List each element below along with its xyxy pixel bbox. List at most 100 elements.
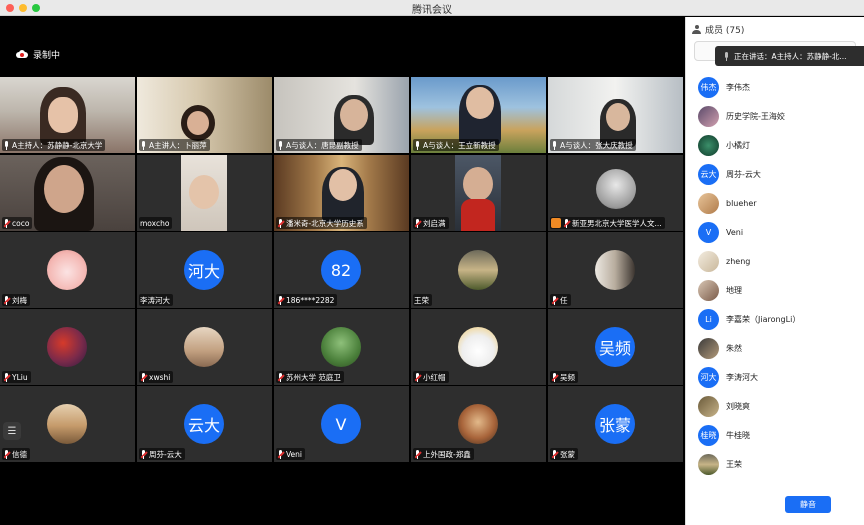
tile-name-tag: 李涛河大: [139, 294, 173, 306]
tile-name-tag: Veni: [276, 448, 305, 460]
list-item[interactable]: 伟杰 李伟杰: [698, 75, 750, 99]
list-item[interactable]: 河大 李涛河大: [698, 365, 758, 389]
tile-name-tag: A主持人：苏静静-北京大学: [2, 139, 106, 151]
mic-muted-icon: [551, 449, 559, 459]
mic-muted-icon: [563, 218, 571, 228]
active-speaker-banner: 正在讲话：A主持人：苏静静-北...: [715, 46, 864, 66]
tile-name-tag: 上外国政-郑鑫: [413, 448, 474, 460]
members-panel: 成员 (75) 伟杰 李伟杰 历史学院-王海姣 小橘灯 云大 周芬-云大 blueh…: [685, 17, 864, 525]
tile-name-tag: 小红帽: [413, 371, 449, 383]
list-item[interactable]: zheng: [698, 249, 750, 273]
mic-icon: [3, 140, 10, 150]
video-tile[interactable]: 张蒙 张蒙: [548, 386, 683, 462]
video-tile[interactable]: xwshi: [137, 309, 272, 385]
avatar: [698, 192, 719, 214]
title-bar: 腾讯会议: [0, 0, 864, 16]
avatar: 吴频: [595, 327, 635, 367]
recording-label: 录制中: [33, 50, 61, 61]
video-tile[interactable]: 苏州大学 范庭卫: [274, 309, 409, 385]
video-grid: A主持人：苏静静-北京大学 A主讲人：卜丽萍 A与谈人：唐昆副教授 A与谈人：王…: [0, 77, 685, 464]
video-tile[interactable]: 王荣: [411, 232, 546, 308]
video-tile[interactable]: YLiu: [0, 309, 135, 385]
video-tile[interactable]: 潘米奇-北京大学历史系: [274, 155, 409, 231]
video-tile[interactable]: A主讲人：卜丽萍: [137, 77, 272, 153]
avatar: 伟杰: [698, 76, 719, 98]
avatar: [698, 395, 719, 417]
mic-muted-icon: [277, 295, 285, 305]
video-tile[interactable]: 吴频 吴频: [548, 309, 683, 385]
list-item[interactable]: V Veni: [698, 220, 743, 244]
tile-name-tag: YLiu: [2, 371, 31, 383]
avatar: 云大: [698, 163, 719, 185]
list-item[interactable]: 刘晓爽: [698, 394, 750, 418]
tile-name-tag: 任: [550, 294, 571, 306]
video-tile[interactable]: moxcho: [137, 155, 272, 231]
video-tile[interactable]: 河大 李涛河大: [137, 232, 272, 308]
avatar: 张蒙: [595, 404, 635, 444]
list-item[interactable]: 历史学院-王海姣: [698, 104, 785, 128]
tile-name-tag: 刘梅: [2, 294, 30, 306]
mic-muted-icon: [3, 295, 11, 305]
avatar: [698, 105, 719, 127]
members-header: 成员 (75): [692, 22, 744, 36]
user-icon: [551, 218, 561, 228]
video-tile[interactable]: A与谈人：唐昆副教授: [274, 77, 409, 153]
video-tile[interactable]: A主持人：苏静静-北京大学: [0, 77, 135, 153]
video-tile[interactable]: A与谈人：张大庆教授: [548, 77, 683, 153]
tile-name-tag: coco: [2, 217, 33, 229]
video-tile[interactable]: V Veni: [274, 386, 409, 462]
person-icon: [692, 24, 701, 34]
mic-muted-icon: [3, 218, 11, 228]
tile-name-tag: A与谈人：王立新教授: [413, 139, 499, 151]
video-tile[interactable]: 新亚男北京大学医学人文...: [548, 155, 683, 231]
list-item[interactable]: 小橘灯: [698, 133, 750, 157]
list-item[interactable]: 桂晓 牛桂晓: [698, 423, 750, 447]
list-item[interactable]: blueher: [698, 191, 757, 215]
avatar: 82: [321, 250, 361, 290]
video-tile[interactable]: 小红帽: [411, 309, 546, 385]
video-tile[interactable]: 82 186****2282: [274, 232, 409, 308]
video-tile[interactable]: 云大 周芬-云大: [137, 386, 272, 462]
mute-all-button[interactable]: 静音: [785, 496, 831, 513]
mic-icon: [140, 140, 147, 150]
tile-name-tag: A与谈人：唐昆副教授: [276, 139, 362, 151]
avatar: [698, 337, 719, 359]
tile-name-tag: 信德: [2, 448, 30, 460]
list-item[interactable]: Li 李嘉荣（JiarongLi）: [698, 307, 800, 331]
list-item[interactable]: 朱然: [698, 336, 742, 360]
mic-muted-icon: [414, 449, 422, 459]
avatar: [698, 453, 719, 475]
video-tile[interactable]: coco: [0, 155, 135, 231]
tile-name-tag: 刘启满: [413, 217, 449, 229]
mic-muted-icon: [140, 449, 148, 459]
recording-indicator[interactable]: 录制中: [16, 47, 60, 61]
list-item[interactable]: 王荣: [698, 452, 742, 476]
video-tile[interactable]: 刘梅: [0, 232, 135, 308]
mic-muted-icon: [3, 449, 11, 459]
tile-name-tag: 新亚男北京大学医学人文...: [550, 217, 665, 229]
avatar: [698, 279, 719, 301]
members-count: 成员 (75): [705, 25, 745, 36]
mic-muted-icon: [277, 449, 285, 459]
list-item[interactable]: 云大 周芬-云大: [698, 162, 761, 186]
mic-icon: [277, 140, 284, 150]
participant-list-toggle-button[interactable]: ☰: [3, 422, 21, 440]
cloud-record-icon: [16, 50, 28, 58]
mic-icon: [414, 140, 421, 150]
list-item[interactable]: 地理: [698, 278, 742, 302]
tile-name-tag: 张蒙: [550, 448, 578, 460]
mic-muted-icon: [414, 372, 422, 382]
tile-name-tag: 吴频: [550, 371, 578, 383]
tile-name-tag: 潘米奇-北京大学历史系: [276, 217, 367, 229]
video-area: 录制中 A主持人：苏静静-北京大学 A主讲人：卜丽萍 A与谈人：唐昆副教授 A与…: [0, 17, 685, 525]
video-tile[interactable]: 刘启满: [411, 155, 546, 231]
mic-muted-icon: [551, 295, 559, 305]
video-tile[interactable]: 上外国政-郑鑫: [411, 386, 546, 462]
avatar: [698, 250, 719, 272]
video-tile[interactable]: A与谈人：王立新教授: [411, 77, 546, 153]
avatar: 云大: [184, 404, 224, 444]
avatar: V: [321, 404, 361, 444]
avatar: 桂晓: [698, 424, 719, 446]
video-tile[interactable]: 任: [548, 232, 683, 308]
mic-muted-icon: [277, 218, 285, 228]
